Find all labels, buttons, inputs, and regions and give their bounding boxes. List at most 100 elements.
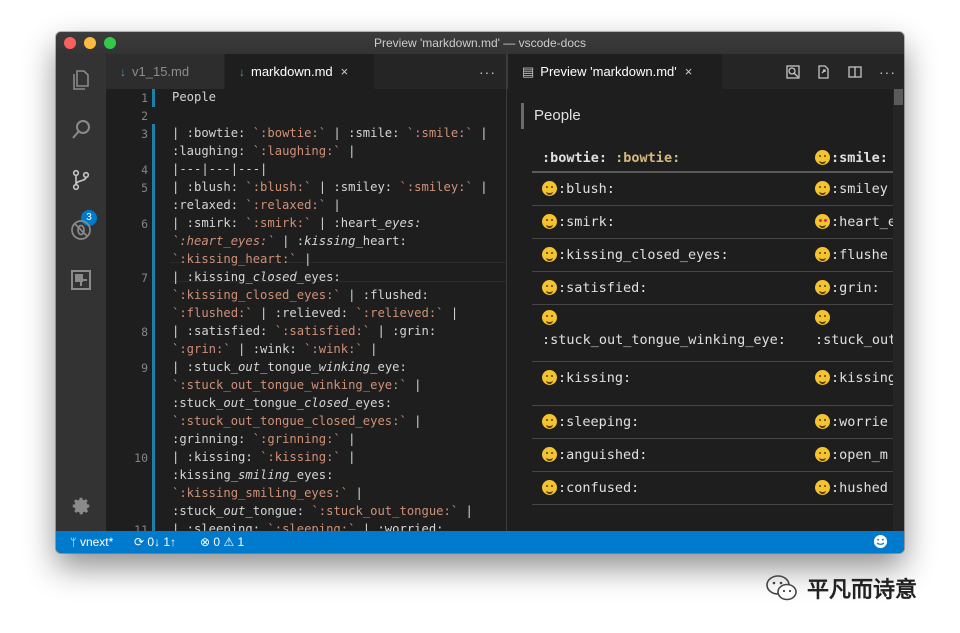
close-icon[interactable]: × — [341, 64, 349, 79]
emoji-icon — [542, 214, 557, 229]
code-token: | :kissing: — [172, 450, 261, 464]
cell-text: :worrie — [831, 414, 888, 430]
code-token: eyes: — [384, 216, 422, 230]
preview-heading: People — [521, 103, 581, 129]
tab-preview-markdown[interactable]: ▤ Preview 'markdown.md' × — [507, 54, 722, 89]
tab-markdown-md[interactable]: ↓ markdown.md × — [225, 54, 374, 89]
table-cell: :confused: — [542, 480, 639, 496]
code-token: | :smile: — [326, 126, 407, 140]
code-token: `:smiley:` — [399, 180, 473, 194]
emoji-icon — [542, 181, 557, 196]
explorer-icon[interactable] — [56, 60, 106, 100]
emoji-icon — [815, 214, 830, 229]
code-token: | :smirk: — [172, 216, 246, 230]
code-token: | :blush: — [172, 180, 246, 194]
cell-text: :anguished: — [558, 447, 648, 463]
extensions-icon[interactable] — [56, 260, 106, 300]
debug-icon[interactable] — [56, 210, 106, 250]
code-token: _tongue_ — [260, 360, 319, 374]
code-token: | — [406, 414, 422, 428]
table-cell: :smiley — [815, 181, 888, 197]
code-token: out — [238, 360, 261, 374]
code-token: `:kissing_closed_eyes:` — [172, 288, 341, 302]
table-cell: :anguished: — [542, 447, 647, 463]
feedback-smiley-icon[interactable] — [873, 534, 888, 552]
error-icon: ⊗ — [200, 535, 211, 549]
emoji-icon — [542, 310, 557, 325]
open-file-icon[interactable] — [815, 64, 831, 83]
source-control-icon[interactable] — [56, 160, 106, 200]
status-bar: ᛘ vnext* ⟳ 0↓ 1↑ ⊗ 0 ⚠ 1 — [56, 531, 904, 553]
more-actions-icon[interactable]: ··· — [479, 64, 496, 80]
emoji-icon — [542, 280, 557, 295]
scrollbar-thumb[interactable] — [894, 89, 903, 105]
code-token: | — [406, 378, 422, 392]
code-token: | :heart_ — [311, 216, 385, 230]
line-number: 4 — [141, 163, 148, 177]
tab-label: v1_15.md — [132, 64, 190, 79]
line-number: 5 — [141, 181, 148, 195]
code-token: :laughing: — [172, 144, 253, 158]
code-token: out — [223, 396, 246, 410]
code-token: | — [458, 504, 473, 518]
table-cell: :worrie — [815, 414, 888, 430]
code-editor[interactable]: 1 2 3 4 5 6 7 8 9 10 11 People | :bowtie: `:bowtie:… — [106, 89, 506, 531]
cell-text: :blush: — [558, 181, 615, 197]
sync-icon: ⟳ — [134, 535, 145, 549]
code-token: `:flushed:` — [172, 306, 253, 320]
code-token: out — [223, 504, 246, 518]
cell-text: :satisfied: — [558, 280, 648, 296]
gear-icon[interactable] — [56, 486, 106, 526]
code-token: | :bowtie: — [172, 126, 253, 140]
header-code: :bowtie: — [615, 150, 681, 166]
vscode-window: Preview 'markdown.md' — vscode-docs 3 ↓ … — [56, 32, 904, 553]
preview-icon: ▤ — [522, 63, 535, 79]
code-token: `:relieved:` — [355, 306, 444, 320]
code-token: | : — [274, 234, 305, 248]
table-row: :satisfied: :grin: — [532, 272, 893, 305]
markdown-editor-group: ↓ v1_15.md ↓ markdown.md × ··· 1 2 3 4 5 6 7 8 9… — [106, 54, 548, 531]
branch-indicator[interactable]: ᛘ vnext* — [70, 535, 113, 549]
code-token: `:heart_eyes:` — [172, 234, 275, 248]
markdown-preview[interactable]: People :bowtie: :bowtie: :smile: :blush:… — [507, 89, 893, 531]
search-icon[interactable] — [56, 110, 106, 150]
more-actions-icon[interactable]: ··· — [879, 64, 896, 80]
table-row: :blush: :smiley — [532, 173, 893, 206]
code-token: _eyes: — [348, 396, 393, 410]
markdown-file-icon: ↓ — [120, 64, 126, 79]
code-token: _heart: — [355, 234, 407, 248]
emoji-icon — [542, 480, 557, 495]
title-bar: Preview 'markdown.md' — vscode-docs — [56, 32, 904, 55]
tab-label: Preview 'markdown.md' — [540, 64, 677, 79]
preview-scrollbar[interactable] — [893, 89, 904, 531]
code-line: | :sleeping: `:sleeping:` | :worried: — [172, 522, 444, 531]
table-cell: :stuck_out — [815, 310, 893, 348]
code-token: | — [296, 252, 312, 266]
table-cell: :open_m — [815, 447, 888, 463]
close-icon[interactable]: × — [685, 64, 693, 79]
emoji-icon — [815, 310, 830, 325]
table-row: :kissing_closed_eyes::flushe — [532, 239, 893, 272]
code-token: | — [443, 306, 459, 320]
problems-indicator[interactable]: ⊗ 0 ⚠ 1 — [200, 535, 244, 549]
code-token: | — [340, 144, 356, 158]
cell-text: :grin: — [831, 280, 880, 296]
cell-text: :heart_e — [831, 214, 893, 230]
code-line: `:stuck_out_tongue_winking_eye:` | — [172, 378, 422, 392]
wechat-icon — [766, 575, 797, 601]
emoji-icon — [542, 414, 557, 429]
code-token: :kissing_ — [172, 468, 239, 482]
table-row: :smirk::heart_e — [532, 206, 893, 239]
open-source-icon[interactable] — [785, 64, 801, 83]
code-line: :relaxed: `:relaxed:` | — [172, 198, 341, 212]
cell-text: :smiley — [831, 181, 888, 197]
code-line: :kissing_smiling_eyes: — [172, 468, 333, 482]
code-token: `:smirk:` — [245, 216, 312, 230]
cell-text: :open_m — [831, 447, 888, 463]
code-line: |---|---|---| — [172, 162, 267, 176]
table-cell: :sleeping: — [542, 414, 639, 430]
split-editor-icon[interactable] — [847, 64, 863, 83]
code-token: `:blush:` — [245, 180, 312, 194]
tab-v1-15-md[interactable]: ↓ v1_15.md — [106, 54, 224, 89]
sync-indicator[interactable]: ⟳ 0↓ 1↑ — [134, 535, 176, 549]
